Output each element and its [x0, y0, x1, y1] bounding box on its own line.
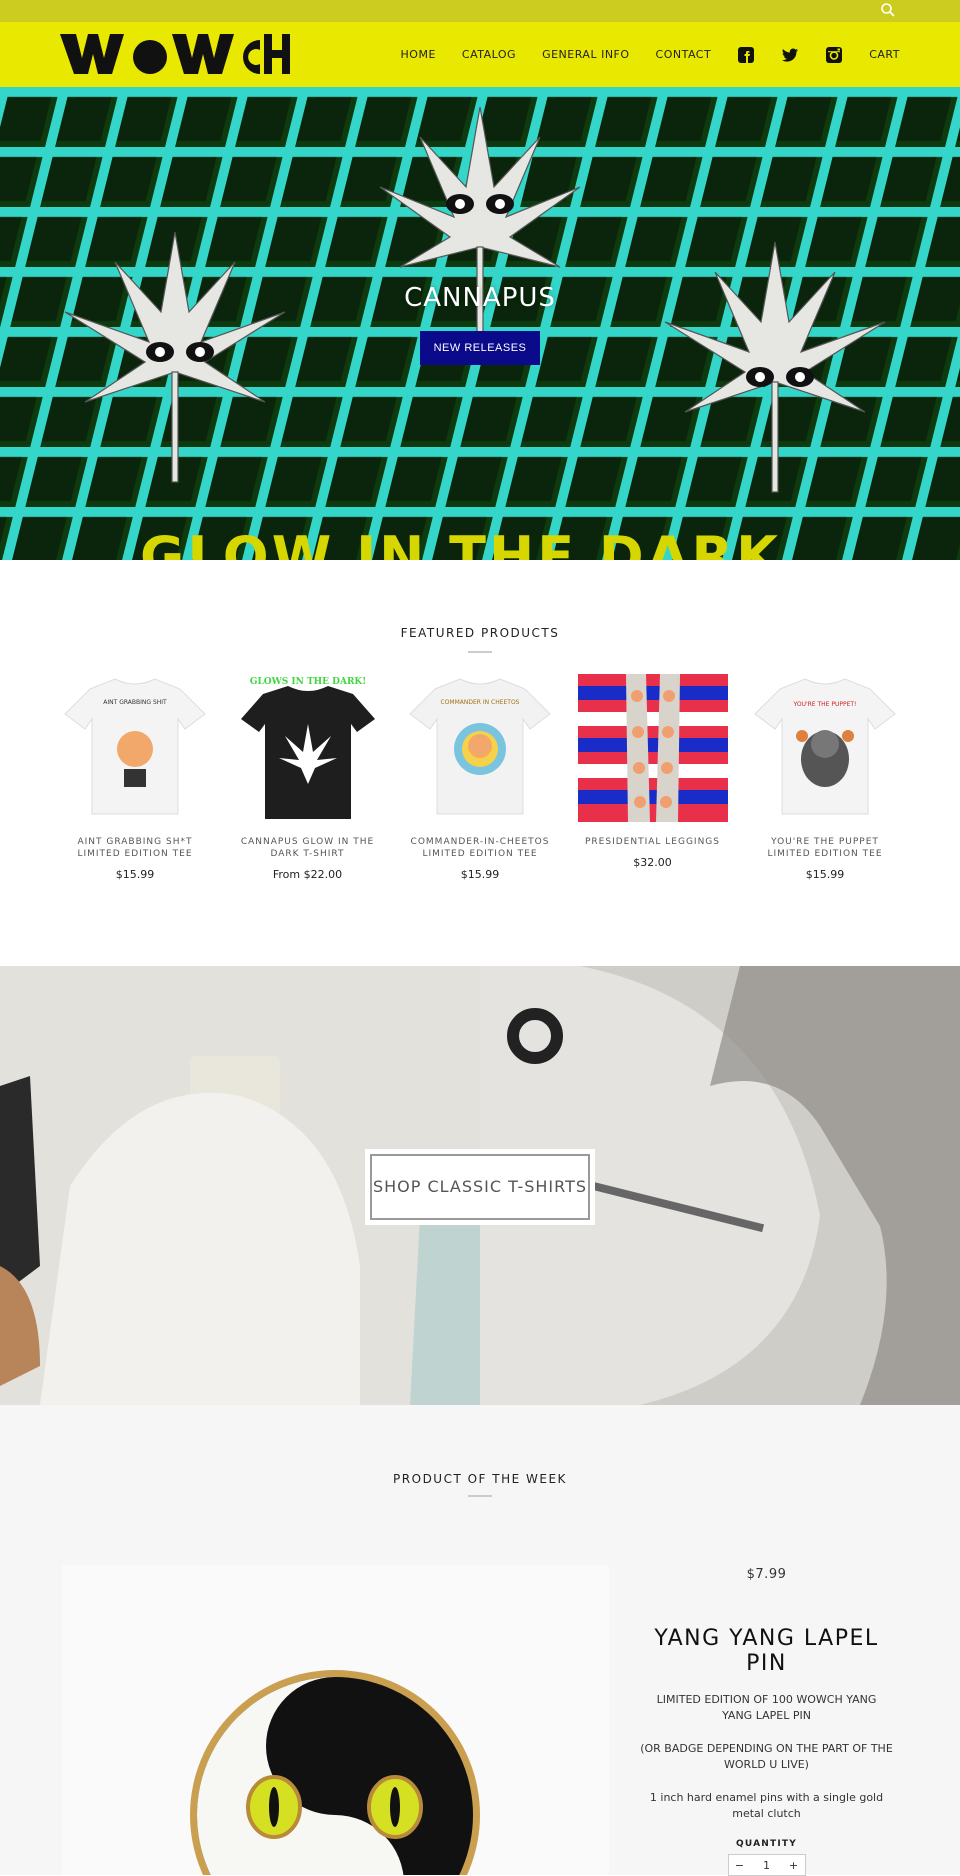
featured-product-description: LIMITED EDITION OF 100 WOWCH YANG YANG L…: [640, 1692, 893, 1822]
shirt-art-text: AINT GRABBING SHIT: [103, 699, 167, 706]
shop-classic-tshirts-button[interactable]: SHOP CLASSIC T-SHIRTS: [365, 1149, 595, 1225]
twitter-icon[interactable]: [781, 46, 799, 64]
product-card[interactable]: YOU'RE THE PUPPET! YOU'RE THE PUPPET LIM…: [750, 674, 900, 881]
hero-glow-text: GLOW IN THE DARK: [140, 525, 781, 560]
product-card[interactable]: PRESIDENTIAL LEGGINGS $32.00: [577, 674, 728, 881]
product-card[interactable]: GLOWS IN THE DARK! CANNAPUS GLOW IN THE …: [233, 674, 383, 881]
hero-banner: GLOW IN THE DARK: [0, 87, 960, 560]
instagram-icon[interactable]: [825, 46, 843, 64]
hero-background: [0, 87, 960, 560]
featured-product-price: $7.99: [746, 1567, 787, 1582]
product-image[interactable]: AINT GRABBING SHIT: [60, 674, 210, 822]
product-price: $15.99: [805, 868, 845, 881]
description-line: 1 inch hard enamel pins with a single go…: [649, 1791, 884, 1820]
announcement-bar: [0, 0, 960, 22]
featured-product-info: $7.99 YANG YANG LAPEL PIN LIMITED EDITIO…: [640, 1565, 893, 1876]
product-price: $15.99: [460, 868, 500, 881]
product-image[interactable]: [577, 674, 728, 822]
product-name[interactable]: PRESIDENTIAL LEGGINGS: [578, 836, 728, 848]
product-name[interactable]: YOU'RE THE PUPPET LIMITED EDITION TEE: [750, 836, 900, 860]
hero-title: CANNAPUS: [404, 283, 556, 313]
product-image[interactable]: YOU'RE THE PUPPET!: [750, 674, 900, 822]
featured-products-title: FEATURED PRODUCTS: [400, 626, 560, 640]
product-image[interactable]: COMMANDER IN CHEETOS: [405, 674, 555, 822]
product-name[interactable]: CANNAPUS GLOW IN THE DARK T-SHIRT: [233, 836, 383, 860]
search-icon[interactable]: [880, 2, 896, 18]
nav-home[interactable]: HOME: [401, 48, 436, 61]
quantity-decrease-button[interactable]: −: [729, 1859, 751, 1872]
title-divider: [468, 1495, 492, 1497]
featured-product-image[interactable]: [62, 1565, 609, 1875]
shirt-art-text: YOU'RE THE PUPPET!: [793, 701, 857, 708]
wowch-logo[interactable]: [60, 30, 290, 78]
nav-general-info[interactable]: GENERAL INFO: [542, 48, 629, 61]
nav-contact[interactable]: CONTACT: [656, 48, 712, 61]
description-line: LIMITED EDITION OF 100 WOWCH YANG YANG L…: [656, 1693, 877, 1722]
shirt-art-text: GLOWS IN THE DARK!: [249, 677, 365, 687]
shop-classic-tshirts-label[interactable]: SHOP CLASSIC T-SHIRTS: [370, 1154, 590, 1220]
product-name[interactable]: COMMANDER-IN-CHEETOS LIMITED EDITION TEE: [405, 836, 555, 860]
site-header: HOME CATALOG GENERAL INFO CONTACT CART: [0, 22, 960, 87]
facebook-icon[interactable]: [737, 46, 755, 64]
product-image[interactable]: GLOWS IN THE DARK!: [233, 674, 383, 822]
product-card[interactable]: AINT GRABBING SHIT AINT GRABBING SH*T LI…: [60, 674, 210, 881]
product-price: $32.00: [633, 856, 672, 869]
nav-catalog[interactable]: CATALOG: [462, 48, 516, 61]
product-of-the-week-title: PRODUCT OF THE WEEK: [393, 1472, 567, 1486]
cart-link[interactable]: CART: [869, 48, 900, 61]
featured-product-name[interactable]: YANG YANG LAPEL PIN: [640, 1626, 893, 1676]
new-releases-button[interactable]: NEW RELEASES: [420, 331, 540, 365]
main-nav: HOME CATALOG GENERAL INFO CONTACT CART: [401, 22, 900, 87]
product-name[interactable]: AINT GRABBING SH*T LIMITED EDITION TEE: [60, 836, 210, 860]
product-price: From $22.00: [272, 868, 343, 881]
quantity-stepper[interactable]: − 1 +: [727, 1854, 806, 1876]
quantity-value[interactable]: 1: [763, 1859, 770, 1872]
product-of-the-week-section: PRODUCT OF THE WEEK $7.99 YANG YANG LAPE…: [0, 1405, 960, 1876]
description-line: (OR BADGE DEPENDING ON THE PART OF THE W…: [640, 1742, 893, 1771]
quantity-label: QUANTITY: [736, 1839, 797, 1849]
quantity-increase-button[interactable]: +: [783, 1859, 805, 1872]
title-divider: [468, 651, 492, 653]
shirt-art-text: COMMANDER IN CHEETOS: [441, 699, 520, 706]
product-grid: AINT GRABBING SHIT AINT GRABBING SH*T LI…: [60, 674, 900, 881]
product-price: $15.99: [115, 868, 155, 881]
product-card[interactable]: COMMANDER IN CHEETOS COMMANDER-IN-CHEETO…: [405, 674, 555, 881]
